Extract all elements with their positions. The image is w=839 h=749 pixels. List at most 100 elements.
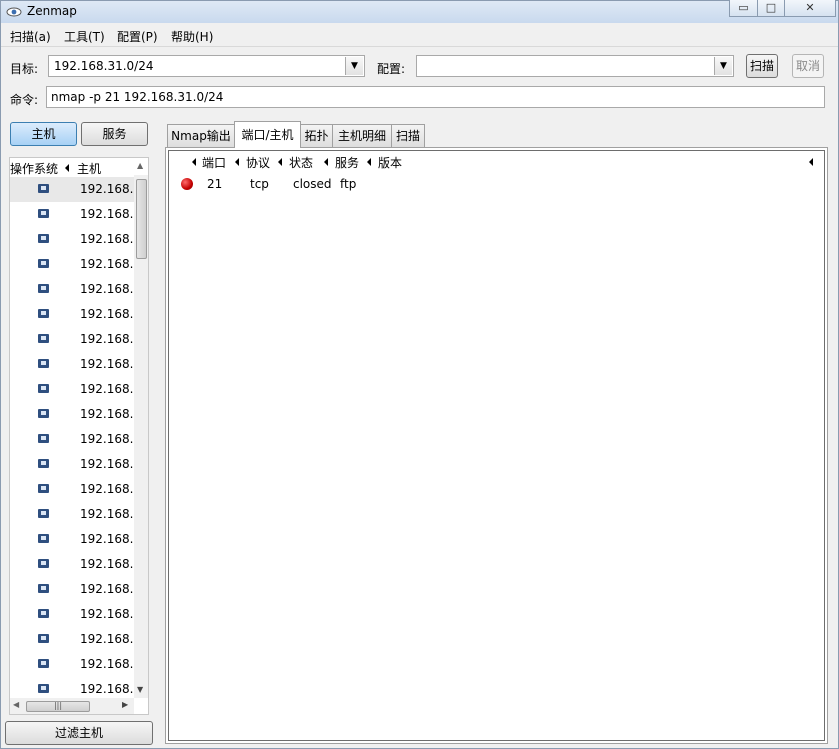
vscroll-thumb[interactable] (136, 179, 147, 259)
list-item[interactable]: 192.168.3 (10, 477, 141, 502)
scroll-down-icon[interactable]: ▼ (137, 685, 143, 694)
list-item[interactable]: 192.168.3 (10, 502, 141, 527)
chevron-down-icon[interactable]: ▼ (714, 57, 732, 75)
host-list-hscrollbar[interactable]: ◀ ||| ▶ (10, 698, 134, 714)
profile-combo[interactable]: ▼ (416, 55, 734, 77)
zenmap-eye-icon (6, 7, 22, 17)
maximize-button[interactable]: □ (757, 0, 785, 17)
cell-service: ftp (340, 177, 357, 191)
profile-label: 配置: (377, 62, 406, 76)
filter-hosts-button[interactable]: 过滤主机 (5, 721, 153, 745)
list-item[interactable]: 192.168.3 (10, 527, 141, 552)
tab-nmap-output[interactable]: Nmap输出 (167, 124, 235, 147)
os-icon (38, 184, 49, 193)
host-list: 操作系统 主机 192.168.3 192.168.3 192.168.3 192.1… (9, 157, 149, 715)
host-address: 192.168.3 (80, 682, 142, 696)
close-button[interactable]: ✕ (784, 0, 836, 17)
window-title: Zenmap (27, 4, 77, 18)
os-icon (38, 259, 49, 268)
list-item[interactable]: 192.168.3 (10, 202, 141, 227)
host-address: 192.168.3 (80, 482, 142, 496)
menu-help[interactable]: 帮助(H) (171, 28, 213, 45)
host-address: 192.168.3 (80, 257, 142, 271)
menu-tools[interactable]: 工具(T) (64, 28, 105, 45)
scroll-up-icon[interactable]: ▲ (137, 161, 143, 170)
sort-arrow-icon (809, 158, 813, 166)
os-icon (38, 334, 49, 343)
host-address: 192.168.3 (80, 457, 142, 471)
menu-profile[interactable]: 配置(P) (117, 28, 158, 45)
os-icon (38, 534, 49, 543)
services-button[interactable]: 服务 (81, 122, 148, 146)
list-item[interactable]: 192.168.3 (10, 352, 141, 377)
column-os[interactable]: 操作系统 (10, 160, 59, 178)
host-address: 192.168.3 (80, 357, 142, 371)
host-address: 192.168.3 (80, 582, 142, 596)
title-bar: Zenmap ▭ □ ✕ (1, 0, 838, 23)
list-item[interactable]: 192.168.3 (10, 452, 141, 477)
scroll-left-icon[interactable]: ◀ (13, 700, 19, 709)
host-address: 192.168.3 (80, 282, 142, 296)
list-item[interactable]: 192.168.3 (10, 177, 141, 202)
chevron-down-icon[interactable]: ▼ (345, 57, 363, 75)
list-item[interactable]: 192.168.3 (10, 252, 141, 277)
tab-scans[interactable]: 扫描 (391, 124, 425, 147)
tab-topology[interactable]: 拓扑 (300, 124, 333, 147)
list-item[interactable]: 192.168.3 (10, 302, 141, 327)
os-icon (38, 284, 49, 293)
os-icon (38, 309, 49, 318)
sort-arrow-icon (235, 158, 239, 166)
port-state-icon (181, 178, 193, 190)
list-item[interactable]: 192.168.3 (10, 427, 141, 452)
command-input[interactable]: nmap -p 21 192.168.31.0/24 (46, 86, 825, 108)
os-icon (38, 459, 49, 468)
cell-protocol: tcp (250, 177, 269, 191)
os-icon (38, 209, 49, 218)
host-address: 192.168.3 (80, 607, 142, 621)
list-item[interactable]: 192.168.3 (10, 377, 141, 402)
column-service[interactable]: 服务 (335, 154, 359, 171)
list-item[interactable]: 192.168.3 (10, 227, 141, 252)
cell-port: 21 (207, 177, 223, 191)
target-value: 192.168.31.0/24 (54, 59, 154, 73)
list-item[interactable]: 192.168.3 (10, 327, 141, 352)
sort-arrow-icon (278, 158, 282, 166)
scan-button[interactable]: 扫描 (746, 54, 778, 78)
list-item[interactable]: 192.168.3 (10, 577, 141, 602)
list-item[interactable]: 192.168.3 (10, 627, 141, 652)
column-port[interactable]: 端口 (202, 154, 226, 171)
hscroll-thumb[interactable]: ||| (26, 701, 90, 712)
list-item[interactable]: 192.168.3 (10, 602, 141, 627)
list-item[interactable]: 192.168.3 (10, 402, 141, 427)
host-address: 192.168.3 (80, 507, 142, 521)
os-icon (38, 559, 49, 568)
command-label: 命令: (10, 93, 39, 107)
target-label: 目标: (10, 62, 39, 76)
os-icon (38, 234, 49, 243)
menu-scan[interactable]: 扫描(a) (10, 28, 51, 45)
host-list-vscrollbar[interactable]: ▲ ▼ (134, 161, 148, 698)
host-address: 192.168.3 (80, 207, 142, 221)
sort-arrow-icon (324, 158, 328, 166)
tab-ports-hosts[interactable]: 端口/主机 (234, 121, 301, 148)
command-value: nmap -p 21 192.168.31.0/24 (51, 90, 224, 104)
column-host[interactable]: 主机 (77, 160, 102, 178)
host-address: 192.168.3 (80, 182, 142, 196)
minimize-button[interactable]: ▭ (729, 0, 758, 17)
host-address: 192.168.3 (80, 532, 142, 546)
menu-bar: 扫描(a) 工具(T) 配置(P) 帮助(H) (1, 25, 838, 47)
list-item[interactable]: 192.168.3 (10, 652, 141, 677)
os-icon (38, 434, 49, 443)
column-protocol[interactable]: 协议 (246, 154, 270, 171)
list-item[interactable]: 192.168.3 (10, 277, 141, 302)
cancel-button[interactable]: 取消 (792, 54, 824, 78)
host-address: 192.168.3 (80, 432, 142, 446)
tab-host-details[interactable]: 主机明细 (332, 124, 392, 147)
column-state[interactable]: 状态 (289, 154, 313, 171)
os-icon (38, 359, 49, 368)
target-combo[interactable]: 192.168.31.0/24 ▼ (48, 55, 365, 77)
hosts-button[interactable]: 主机 (10, 122, 77, 146)
scroll-right-icon[interactable]: ▶ (122, 700, 128, 709)
list-item[interactable]: 192.168.3 (10, 552, 141, 577)
column-version[interactable]: 版本 (378, 154, 402, 171)
